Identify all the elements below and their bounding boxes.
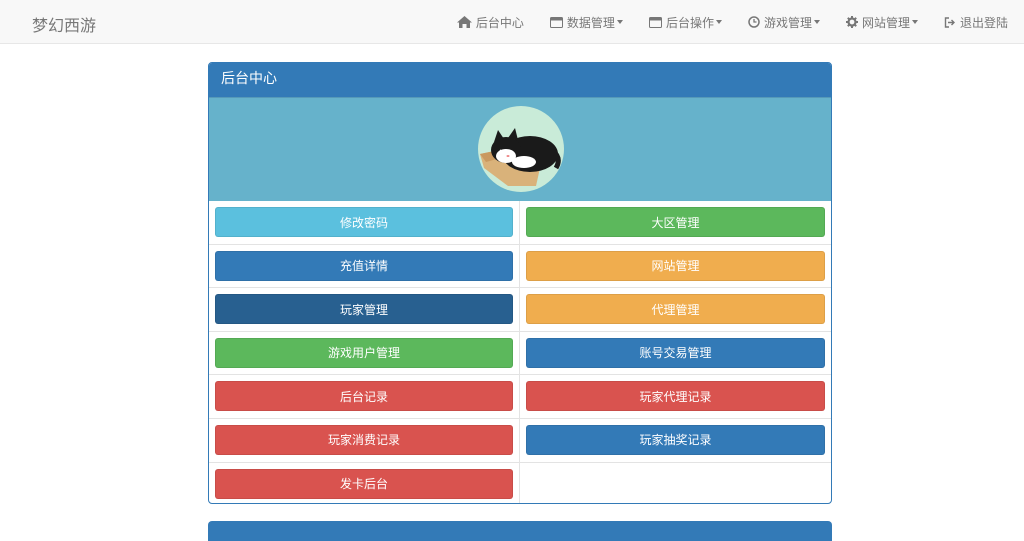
admin-center-panel: 后台中心 修改密码 大区管理 充值详情 网站管理 玩家管理 代理管理 游戏用户管 — [208, 62, 832, 504]
grid-cell: 发卡后台 — [209, 462, 520, 503]
nav-item-label: 数据管理 — [566, 15, 615, 30]
nav-item-logout[interactable]: 退出登陆 — [944, 14, 1008, 31]
window-icon — [648, 16, 662, 28]
grid-cell: 玩家消费记录 — [209, 418, 520, 463]
brand-title[interactable]: 梦幻西游 — [32, 12, 96, 36]
home-icon — [456, 16, 472, 28]
card-issuing-backend-button[interactable]: 发卡后台 — [215, 468, 513, 499]
player-lottery-log-button[interactable]: 玩家抽奖记录 — [526, 424, 825, 455]
panel-title: 后台中心 — [209, 63, 831, 97]
recharge-details-button[interactable]: 充值详情 — [215, 250, 513, 281]
nav-item-label: 网站管理 — [861, 15, 910, 30]
grid-cell: 游戏用户管理 — [209, 331, 520, 376]
grid-cell: 大区管理 — [520, 201, 831, 245]
account-trade-management-button[interactable]: 账号交易管理 — [526, 337, 825, 368]
nav-menu: 后台中心 数据管理 后台操作 游戏管理 网站管理 退出登陆 — [431, 0, 1008, 44]
clock-icon — [748, 16, 760, 28]
game-user-management-button[interactable]: 游戏用户管理 — [215, 337, 513, 368]
nav-item-label: 游戏管理 — [763, 15, 812, 30]
change-password-button[interactable]: 修改密码 — [215, 207, 513, 237]
nav-item-label: 后台操作 — [665, 15, 714, 30]
window-icon — [549, 16, 563, 28]
nav-item-label: 退出登陆 — [959, 15, 1008, 30]
caret-down-icon — [715, 20, 722, 24]
grid-cell: 后台记录 — [209, 375, 520, 419]
nav-item-site-management[interactable]: 网站管理 — [845, 14, 918, 31]
grid-cell-empty — [520, 463, 831, 503]
grid-cell: 账号交易管理 — [520, 332, 831, 376]
grid-cell: 网站管理 — [520, 245, 831, 289]
caret-down-icon — [616, 20, 623, 24]
nav-item-home[interactable]: 后台中心 — [456, 14, 524, 31]
region-management-button[interactable]: 大区管理 — [526, 207, 825, 237]
grid-cell: 修改密码 — [209, 201, 520, 245]
player-agent-log-button[interactable]: 玩家代理记录 — [526, 381, 825, 412]
gear-icon — [845, 16, 858, 28]
profile-banner — [209, 97, 831, 201]
grid-cell: 充值详情 — [209, 244, 520, 289]
top-navbar: 梦幻西游 后台中心 数据管理 后台操作 游戏管理 网站管理 退出登陆 — [0, 0, 1024, 44]
site-management-button[interactable]: 网站管理 — [526, 250, 825, 281]
player-management-button[interactable]: 玩家管理 — [215, 294, 513, 325]
second-panel-heading — [208, 521, 832, 541]
nav-item-game-management[interactable]: 游戏管理 — [748, 14, 820, 31]
logout-icon — [944, 16, 956, 28]
grid-cell: 玩家代理记录 — [520, 375, 831, 419]
caret-down-icon — [911, 20, 918, 24]
cat-avatar-icon — [478, 106, 564, 192]
nav-item-data-management[interactable]: 数据管理 — [549, 14, 623, 31]
nav-item-label: 后台中心 — [475, 15, 524, 30]
agent-management-button[interactable]: 代理管理 — [526, 294, 825, 325]
caret-down-icon — [813, 20, 820, 24]
action-button-grid: 修改密码 大区管理 充值详情 网站管理 玩家管理 代理管理 游戏用户管理 账号交… — [209, 201, 831, 503]
grid-cell: 玩家管理 — [209, 288, 520, 332]
grid-cell: 代理管理 — [520, 288, 831, 332]
nav-item-backend-ops[interactable]: 后台操作 — [648, 14, 722, 31]
grid-cell: 玩家抽奖记录 — [520, 419, 831, 463]
player-spending-log-button[interactable]: 玩家消费记录 — [215, 424, 513, 455]
backend-log-button[interactable]: 后台记录 — [215, 381, 513, 412]
